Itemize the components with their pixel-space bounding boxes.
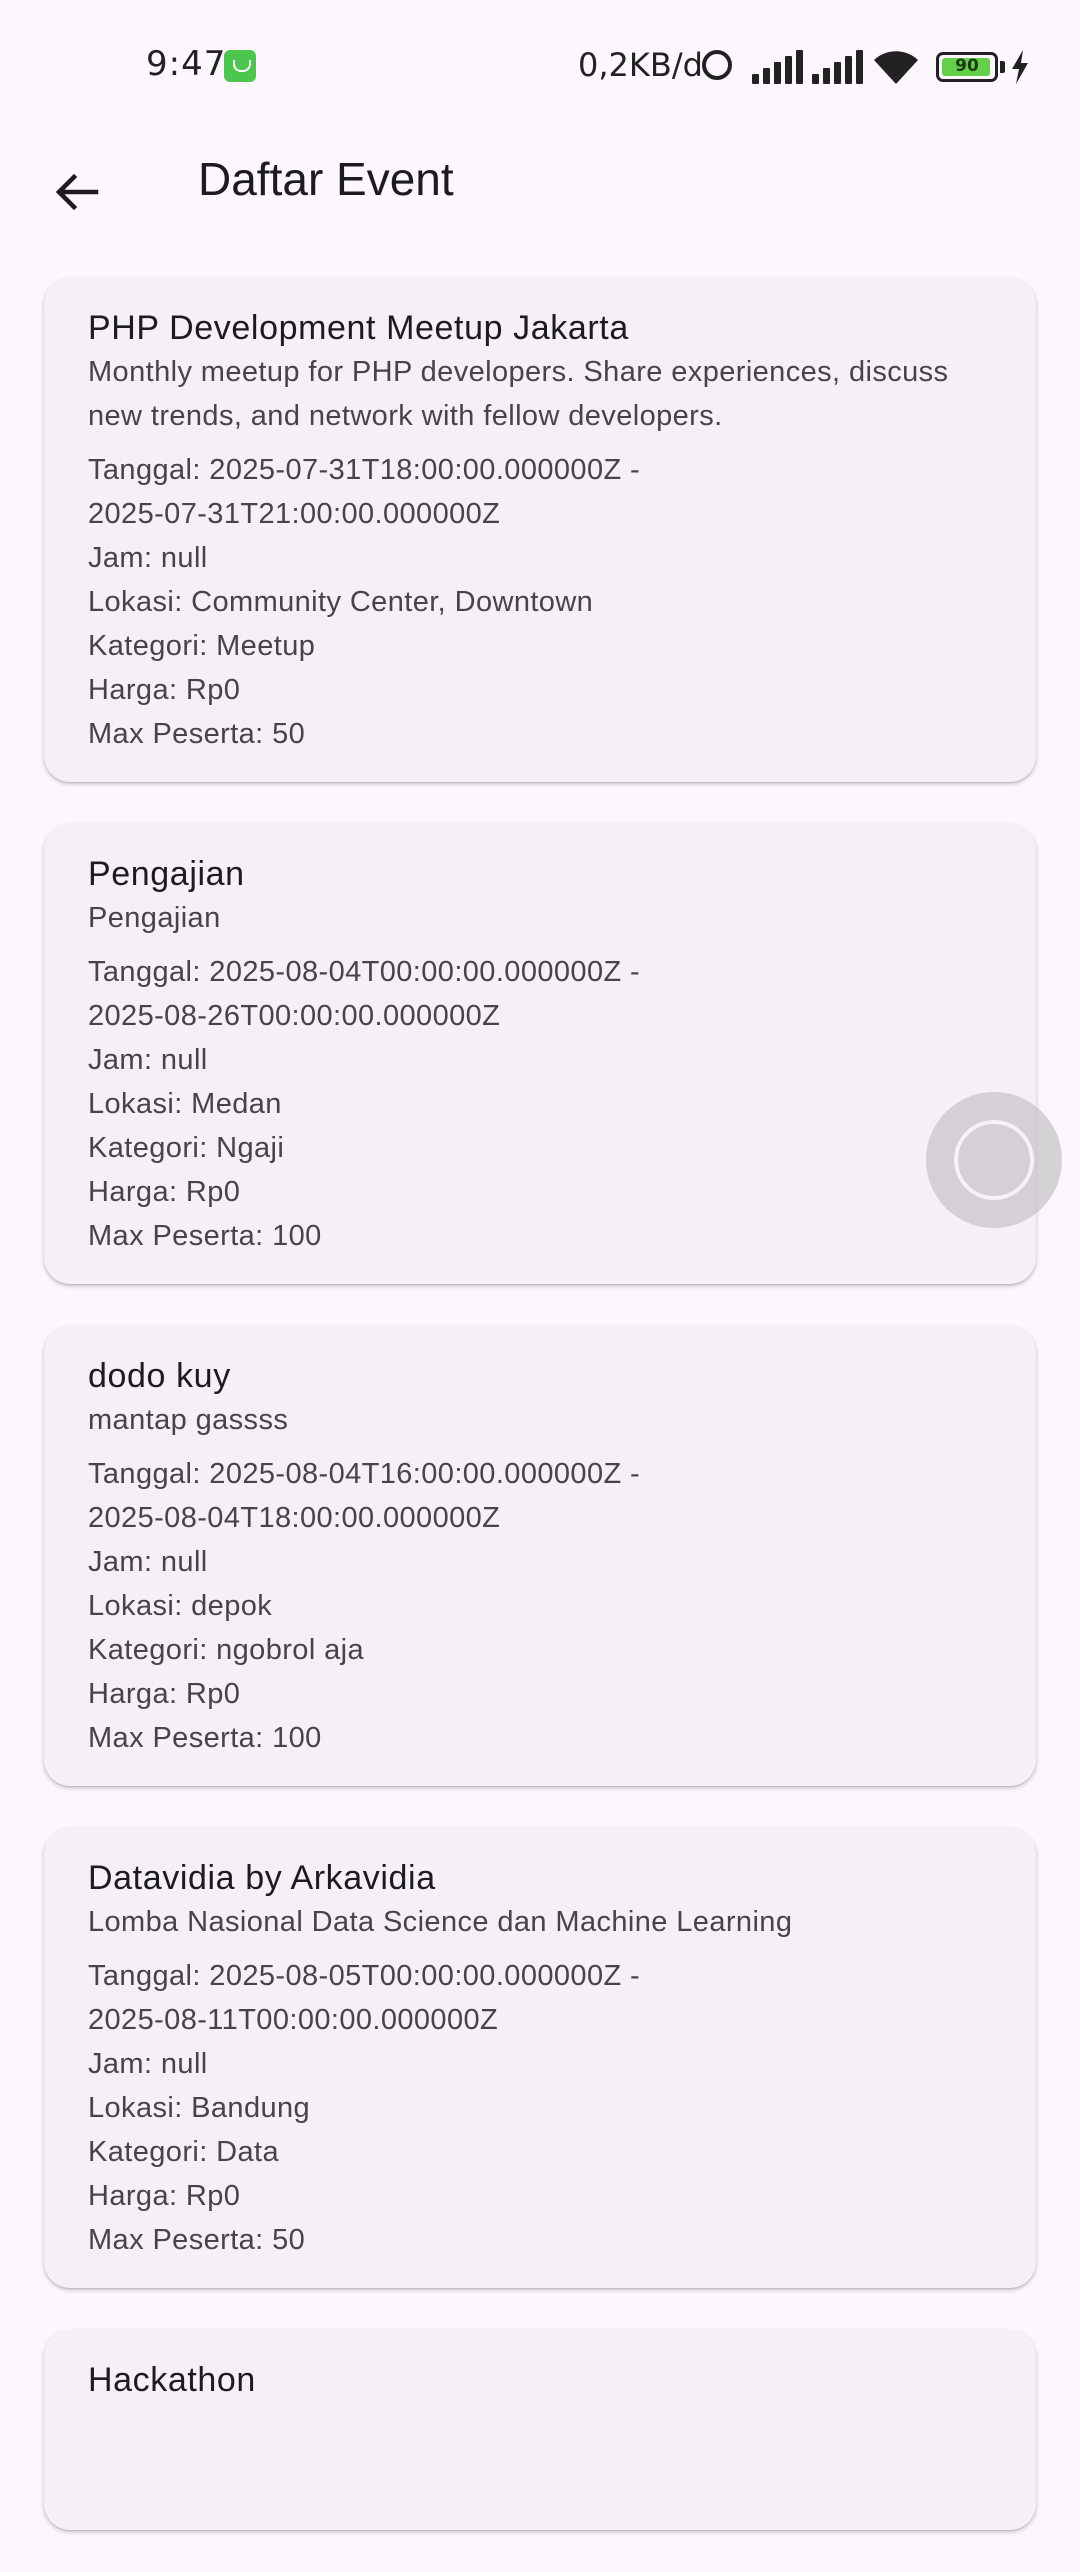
network-speed: 0,2KB/d (578, 46, 703, 84)
event-card[interactable]: Hackathon (44, 2330, 1036, 2530)
event-card[interactable]: PHP Development Meetup Jakarta Monthly m… (44, 278, 1036, 782)
event-date-end: 2025-07-31T21:00:00.000000Z (88, 498, 501, 530)
event-description: Pengajian (88, 902, 221, 934)
event-card[interactable]: Datavidia by Arkavidia Lomba Nasional Da… (44, 1828, 1036, 2288)
event-max-participants: Max Peserta: 50 (88, 718, 306, 750)
page-title: Daftar Event (198, 153, 454, 205)
status-bar: 9:47 0,2KB/d 90 (0, 0, 1080, 132)
status-time: 9:47 (146, 44, 227, 84)
event-time: Jam: null (88, 1044, 208, 1076)
wifi-icon (874, 51, 918, 84)
arrow-left-icon (55, 173, 99, 211)
event-time: Jam: null (88, 542, 208, 574)
event-price: Harga: Rp0 (88, 1176, 241, 1208)
event-category: Kategori: Ngaji (88, 1132, 285, 1164)
event-category: Kategori: ngobrol aja (88, 1634, 365, 1666)
app-notification-icon (224, 50, 256, 82)
event-date-end: 2025-08-26T00:00:00.000000Z (88, 1000, 501, 1032)
event-max-participants: Max Peserta: 100 (88, 1722, 322, 1754)
event-title: Pengajian (88, 855, 245, 893)
charging-icon (1012, 50, 1028, 84)
event-max-participants: Max Peserta: 50 (88, 2224, 306, 2256)
event-category: Kategori: Meetup (88, 630, 316, 662)
event-price: Harga: Rp0 (88, 1678, 241, 1710)
event-date-start: Tanggal: 2025-08-04T16:00:00.000000Z - (88, 1458, 641, 1490)
event-description: Monthly meetup for PHP developers. Share… (88, 356, 949, 432)
event-description: mantap gassss (88, 1404, 289, 1436)
alarm-icon (702, 50, 732, 80)
event-location: Lokasi: Medan (88, 1088, 282, 1120)
event-title: dodo kuy (88, 1357, 231, 1395)
event-title: Hackathon (88, 2361, 256, 2399)
signal-icon (752, 50, 804, 84)
touch-indicator (926, 1092, 1062, 1228)
event-time: Jam: null (88, 1546, 208, 1578)
event-max-participants: Max Peserta: 100 (88, 1220, 322, 1252)
event-date-end: 2025-08-11T00:00:00.000000Z (88, 2004, 499, 2036)
event-price: Harga: Rp0 (88, 2180, 241, 2212)
event-location: Lokasi: Community Center, Downtown (88, 586, 594, 618)
app-bar: Daftar Event (0, 132, 1080, 228)
event-location: Lokasi: Bandung (88, 2092, 311, 2124)
event-time: Jam: null (88, 2048, 208, 2080)
event-date-start: Tanggal: 2025-08-05T00:00:00.000000Z - (88, 1960, 641, 1992)
event-title: PHP Development Meetup Jakarta (88, 309, 629, 347)
event-card[interactable]: dodo kuy mantap gassss Tanggal: 2025-08-… (44, 1326, 1036, 1786)
event-list[interactable]: PHP Development Meetup Jakarta Monthly m… (44, 278, 1036, 2572)
event-date-end: 2025-08-04T18:00:00.000000Z (88, 1502, 501, 1534)
event-category: Kategori: Data (88, 2136, 279, 2168)
event-date-start: Tanggal: 2025-07-31T18:00:00.000000Z - (88, 454, 641, 486)
event-description: Lomba Nasional Data Science dan Machine … (88, 1906, 793, 1938)
battery-icon: 90 (936, 52, 998, 82)
battery-level: 90 (955, 56, 979, 76)
event-card[interactable]: Pengajian Pengajian Tanggal: 2025-08-04T… (44, 824, 1036, 1284)
event-location: Lokasi: depok (88, 1590, 273, 1622)
back-button[interactable] (28, 144, 124, 240)
event-date-start: Tanggal: 2025-08-04T00:00:00.000000Z - (88, 956, 641, 988)
event-title: Datavidia by Arkavidia (88, 1859, 436, 1897)
signal-icon (812, 50, 864, 84)
event-price: Harga: Rp0 (88, 674, 241, 706)
